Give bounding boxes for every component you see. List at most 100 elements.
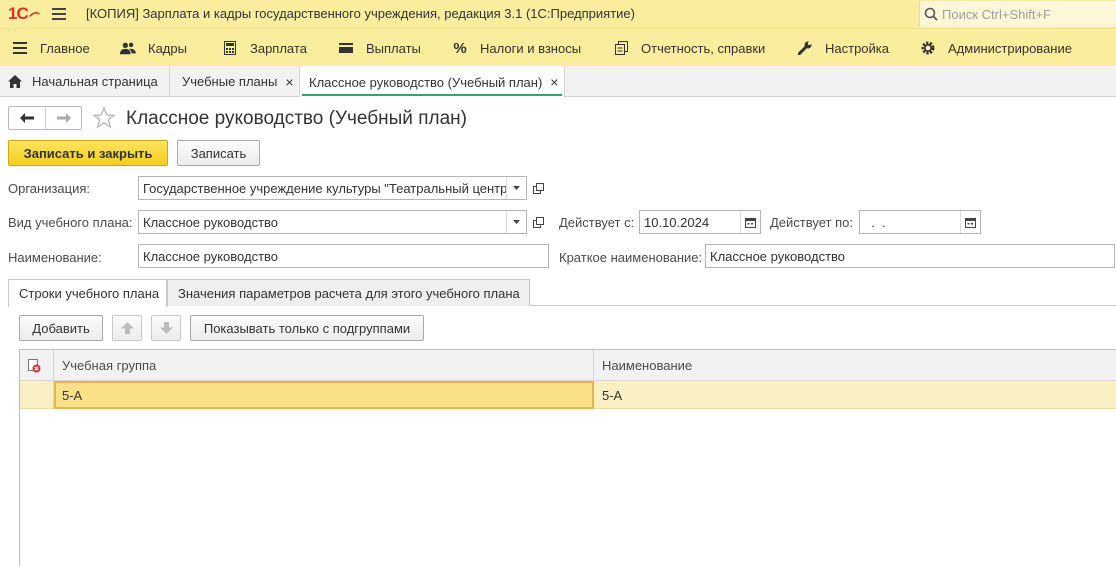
arrow-down-icon [159, 322, 173, 334]
menu-item-label: Администрирование [948, 40, 1072, 56]
hamburger-icon [12, 40, 28, 56]
documents-icon [613, 40, 629, 56]
row-name-cell[interactable]: 5-А [594, 381, 1116, 409]
move-up-button[interactable] [112, 315, 142, 341]
back-button[interactable] [9, 107, 45, 129]
plan-type-label: Вид учебного плана: [8, 215, 133, 230]
tab-study-plans[interactable]: Учебные планы × [170, 66, 300, 97]
calendar-icon [745, 217, 756, 228]
tab-label: Начальная страница [32, 74, 158, 89]
valid-to-field[interactable]: . . [859, 210, 981, 234]
arrow-right-icon [56, 113, 71, 123]
deletion-mark-icon [28, 358, 41, 372]
page-title: Классное руководство (Учебный план) [126, 108, 467, 129]
add-row-button[interactable]: Добавить [19, 315, 103, 341]
dropdown-button[interactable] [506, 211, 526, 233]
form-tabs: Строки учебного плана Значения параметро… [8, 279, 1116, 307]
save-and-close-button[interactable]: Записать и закрыть [8, 140, 168, 166]
arrow-left-icon [20, 113, 34, 123]
close-icon[interactable]: × [550, 74, 558, 90]
app-menu-icon[interactable] [52, 8, 66, 20]
open-tabs-strip: Начальная страница Учебные планы × Класс… [0, 66, 1116, 98]
menu-item-label: Зарплата [250, 40, 307, 56]
show-subgroups-only-button[interactable]: Показывать только с подгруппами [190, 315, 424, 341]
menu-item-reports[interactable]: Отчетность, справки [613, 29, 765, 67]
people-icon [120, 40, 136, 56]
open-organization-button[interactable] [528, 176, 548, 200]
move-down-button[interactable] [151, 315, 181, 341]
row-mark-cell[interactable] [20, 381, 54, 409]
tab-label: Классное руководство (Учебный план) [309, 74, 543, 90]
open-plan-type-button[interactable] [528, 210, 548, 234]
menu-item-personnel[interactable]: Кадры [120, 29, 187, 67]
menu-item-label: Кадры [148, 40, 187, 56]
tab-class-leadership[interactable]: Классное руководство (Учебный план) × [300, 66, 565, 98]
close-icon[interactable]: × [285, 74, 293, 90]
deletion-mark-column[interactable] [20, 350, 54, 381]
menu-item-label: Выплаты [366, 40, 421, 56]
menu-item-label: Налоги и взносы [480, 40, 582, 56]
menu-item-payments[interactable]: Выплаты [338, 29, 421, 67]
search-icon[interactable] [924, 7, 938, 21]
valid-to-label: Действует по: [770, 215, 853, 230]
name-value: Классное руководство [143, 248, 279, 264]
menu-item-administration[interactable]: Администрирование [920, 29, 1072, 67]
wallet-icon [338, 40, 354, 56]
percent-icon: % [453, 39, 467, 57]
short-name-label: Краткое наименование: [559, 250, 703, 265]
name-label: Наименование: [8, 250, 102, 265]
table-header: Учебная группа Наименование [20, 350, 1116, 381]
menu-item-settings[interactable]: Настройка [797, 29, 889, 67]
tab-calculation-parameters[interactable]: Значения параметров расчета для этого уч… [167, 279, 530, 306]
study-group-cell[interactable]: 5-А [54, 381, 594, 409]
history-navigation [8, 106, 82, 130]
tab-label: Учебные планы [182, 74, 278, 89]
chevron-down-icon [513, 220, 520, 224]
valid-from-label: Действует с: [559, 215, 635, 230]
home-icon [8, 75, 22, 88]
short-name-field[interactable]: Классное руководство [705, 244, 1115, 268]
favorite-star-icon[interactable] [92, 106, 116, 130]
logo-text: 1С [8, 4, 29, 23]
calendar-button[interactable] [740, 211, 760, 233]
tab-home[interactable]: Начальная страница [0, 66, 170, 97]
plan-rows-table: Учебная группа Наименование 5-А 5-А [19, 349, 1116, 566]
valid-from-field[interactable]: 10.10.2024 [639, 210, 761, 234]
valid-to-value: . . [864, 214, 886, 230]
global-search [919, 1, 1116, 27]
chevron-down-icon [513, 186, 520, 190]
search-input[interactable] [942, 5, 1112, 23]
window-title: [КОПИЯ] Зарплата и кадры государственног… [86, 6, 635, 21]
app-logo[interactable]: 1С [8, 4, 40, 23]
name-field[interactable]: Классное руководство [138, 244, 549, 268]
column-header-study-group[interactable]: Учебная группа [54, 350, 594, 381]
open-in-window-icon [532, 216, 544, 228]
organization-field[interactable]: Государственное учреждение культуры "Теа… [138, 176, 527, 200]
menu-item-label: Отчетность, справки [641, 40, 766, 56]
plan-type-value: Классное руководство [143, 214, 279, 230]
calculator-icon [222, 40, 238, 56]
valid-from-value: 10.10.2024 [644, 214, 710, 230]
menu-item-taxes[interactable]: % Налоги и взносы [452, 29, 581, 67]
open-in-window-icon [532, 182, 544, 194]
table-row[interactable]: 5-А 5-А [20, 381, 1116, 409]
column-header-name[interactable]: Наименование [594, 350, 1116, 381]
organization-value: Государственное учреждение культуры "Теа… [143, 180, 506, 196]
calendar-button[interactable] [960, 211, 980, 233]
forward-button[interactable] [45, 107, 81, 129]
menu-item-label: Настройка [825, 40, 889, 56]
gear-icon [920, 40, 936, 56]
menu-item-main[interactable]: Главное [12, 29, 90, 67]
calendar-icon [965, 217, 976, 228]
logo-swoosh-icon [28, 12, 40, 17]
arrow-up-icon [120, 322, 134, 334]
tab-plan-rows[interactable]: Строки учебного плана [8, 279, 167, 307]
dropdown-button[interactable] [506, 177, 526, 199]
plan-type-field[interactable]: Классное руководство [138, 210, 527, 234]
main-menu: Главное Кадры Зарплата Выплаты % Налоги … [0, 28, 1116, 66]
wrench-icon [797, 40, 813, 56]
menu-item-salary[interactable]: Зарплата [222, 29, 307, 67]
short-name-value: Классное руководство [710, 248, 846, 264]
save-button[interactable]: Записать [177, 140, 260, 166]
menu-item-label: Главное [40, 40, 90, 56]
